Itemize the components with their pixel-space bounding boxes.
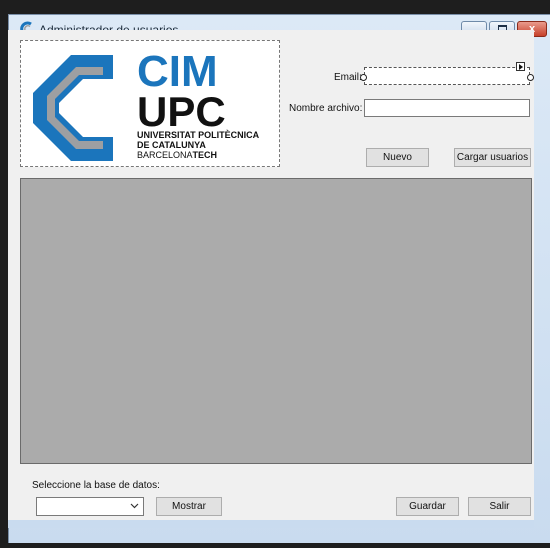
logo-text-tech: TECH: [193, 150, 218, 160]
file-name-field[interactable]: [364, 99, 530, 117]
form-client-area: CIM UPC UNIVERSITAT POLITÈCNICA DE CATAL…: [8, 30, 534, 520]
save-button[interactable]: Guardar: [396, 497, 459, 516]
database-select[interactable]: [36, 497, 144, 516]
logo-text-universitat: UNIVERSITAT POLITÈCNICA: [137, 130, 260, 140]
logo-text-upc: UPC: [137, 88, 226, 135]
database-label: Seleccione la base de datos:: [32, 480, 160, 491]
show-button[interactable]: Mostrar: [156, 497, 222, 516]
smart-tag-icon[interactable]: [516, 62, 525, 71]
load-users-button[interactable]: Cargar usuarios: [454, 148, 531, 167]
window-bottom-border: [8, 520, 534, 528]
resize-handle-left[interactable]: [360, 74, 367, 81]
file-name-label: Nombre archivo:: [289, 103, 363, 114]
email-label: Email:: [334, 72, 362, 83]
chevron-down-icon: [130, 503, 139, 509]
email-field[interactable]: [364, 67, 530, 85]
users-data-grid[interactable]: [20, 178, 532, 464]
svg-text:BARCELONATECH: BARCELONATECH: [137, 150, 217, 160]
resize-handle-right[interactable]: [527, 74, 534, 81]
logo-text-barcelona: BARCELONA: [137, 150, 193, 160]
cim-upc-logo: CIM UPC UNIVERSITAT POLITÈCNICA DE CATAL…: [33, 47, 260, 161]
logo-picturebox[interactable]: CIM UPC UNIVERSITAT POLITÈCNICA DE CATAL…: [20, 40, 280, 167]
logo-text-catalunya: DE CATALUNYA: [137, 140, 206, 150]
new-button[interactable]: Nuevo: [366, 148, 429, 167]
exit-button[interactable]: Salir: [468, 497, 531, 516]
